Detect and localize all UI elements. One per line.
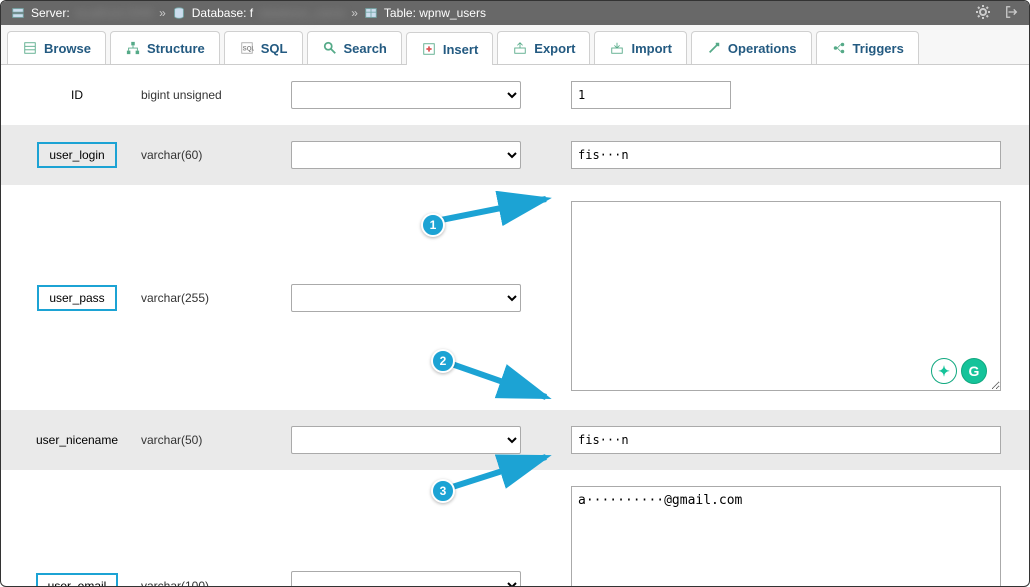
browse-icon (22, 40, 38, 56)
row-user-email: user_email varchar(100) a··········@gmai… (1, 470, 1029, 587)
server-icon (11, 6, 25, 20)
triggers-icon (831, 40, 847, 56)
row-user-nicename: user_nicename varchar(50) (1, 410, 1029, 470)
import-icon (609, 40, 625, 56)
tab-sql[interactable]: SQL SQL (224, 31, 303, 64)
table-label[interactable]: Table: wpnw_users (384, 6, 486, 20)
exit-icon[interactable] (1005, 5, 1019, 22)
tab-search-label: Search (344, 41, 387, 56)
tab-browse[interactable]: Browse (7, 31, 106, 64)
tab-triggers-label: Triggers (853, 41, 904, 56)
tab-import-label: Import (631, 41, 671, 56)
operations-icon (706, 40, 722, 56)
tab-bar: Browse Structure SQL SQL Search Insert E… (1, 25, 1029, 65)
field-user-login-value[interactable] (571, 141, 1001, 169)
tab-export-label: Export (534, 41, 575, 56)
sep-2: » (351, 6, 358, 20)
row-user-pass: user_pass varchar(255) ✦ G (1, 185, 1029, 410)
row-user-login: user_login varchar(60) (1, 125, 1029, 185)
field-user-email-value[interactable]: a··········@gmail.com (571, 486, 1001, 587)
database-label[interactable]: Database: f (192, 6, 253, 20)
tab-insert[interactable]: Insert (406, 32, 493, 65)
field-id-label: ID (61, 84, 93, 106)
field-user-login-function[interactable] (291, 141, 521, 169)
tab-triggers[interactable]: Triggers (816, 31, 919, 64)
row-id: ID bigint unsigned (1, 65, 1029, 125)
breadcrumb: Server: localhost:3306 » Database: f dat… (1, 1, 1029, 25)
field-id-type: bigint unsigned (141, 88, 291, 102)
sep-1: » (159, 6, 166, 20)
field-user-nicename-value[interactable] (571, 426, 1001, 454)
field-user-email-label: user_email (36, 573, 119, 587)
field-user-pass-label: user_pass (37, 285, 116, 311)
grammarly-widget: ✦ G (931, 358, 987, 384)
field-user-login-type: varchar(60) (141, 148, 291, 162)
table-icon (364, 6, 378, 20)
tab-import[interactable]: Import (594, 31, 686, 64)
server-label[interactable]: Server: (31, 6, 70, 20)
svg-text:SQL: SQL (242, 46, 253, 53)
field-id-value[interactable] (571, 81, 731, 109)
grammarly-check-icon[interactable]: G (961, 358, 987, 384)
tab-search[interactable]: Search (307, 31, 402, 64)
field-user-login-label: user_login (37, 142, 116, 168)
structure-icon (125, 40, 141, 56)
field-user-nicename-type: varchar(50) (141, 433, 291, 447)
field-user-email-type: varchar(100) (141, 579, 291, 587)
database-value: database_name (259, 6, 345, 20)
tab-structure[interactable]: Structure (110, 31, 220, 64)
tab-export[interactable]: Export (497, 31, 590, 64)
field-user-nicename-label: user_nicename (26, 429, 128, 451)
field-user-nicename-function[interactable] (291, 426, 521, 454)
tab-browse-label: Browse (44, 41, 91, 56)
tab-operations[interactable]: Operations (691, 31, 812, 64)
tab-structure-label: Structure (147, 41, 205, 56)
insert-icon (421, 41, 437, 57)
gear-icon[interactable] (975, 4, 991, 23)
field-user-email-function[interactable] (291, 571, 521, 587)
tab-operations-label: Operations (728, 41, 797, 56)
export-icon (512, 40, 528, 56)
tab-sql-label: SQL (261, 41, 288, 56)
field-id-function[interactable] (291, 81, 521, 109)
server-value: localhost:3306 (76, 6, 153, 20)
sql-icon: SQL (239, 40, 255, 56)
grammarly-tone-icon[interactable]: ✦ (931, 358, 957, 384)
tab-insert-label: Insert (443, 42, 478, 57)
form-rows: ID bigint unsigned user_login varchar(60… (1, 65, 1029, 587)
field-user-pass-type: varchar(255) (141, 291, 291, 305)
field-user-pass-function[interactable] (291, 284, 521, 312)
database-icon (172, 6, 186, 20)
search-icon (322, 40, 338, 56)
